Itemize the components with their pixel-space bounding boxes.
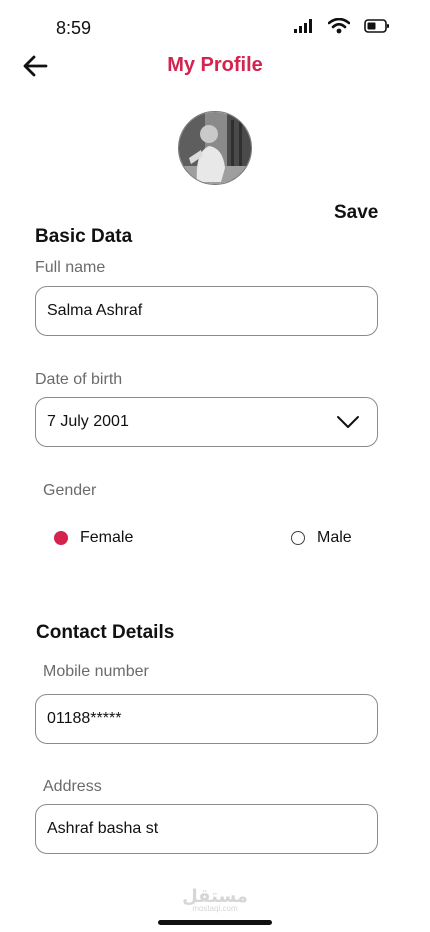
gender-male-label: Male [317,529,352,546]
date-of-birth-value: 7 July 2001 [47,413,129,430]
avatar[interactable] [178,111,252,185]
profile-photo [179,112,251,184]
signal-icon [294,19,312,33]
radio-unselected-icon[interactable] [291,531,305,545]
watermark-subtext: mostaql.com [192,904,238,913]
full-name-field[interactable]: Salma Ashraf [35,286,378,336]
gender-option-male[interactable]: Male [291,529,352,547]
battery-icon [364,19,389,33]
status-time: 8:59 [56,18,92,38]
date-of-birth-select[interactable]: 7 July 2001 [35,397,378,447]
watermark-text: مستقل [182,886,248,906]
mobile-number-value: 01188***** [47,710,122,727]
save-button[interactable]: Save [334,202,378,224]
chevron-down-icon [337,416,359,428]
full-name-value: Salma Ashraf [47,302,143,319]
wifi-icon [328,18,350,34]
mobile-number-label: Mobile number [43,663,149,680]
gender-female-label: Female [80,529,134,546]
gender-option-female[interactable]: Female [54,529,133,547]
mobile-number-field[interactable]: 01188***** [35,694,378,744]
address-value: Ashraf basha st [47,820,159,837]
full-name-label: Full name [35,259,106,276]
radio-selected-icon[interactable] [54,531,68,545]
home-indicator [158,920,272,925]
address-field[interactable]: Ashraf basha st [35,804,378,854]
page-title: My Profile [167,54,263,76]
contact-details-heading: Contact Details [36,622,175,643]
date-of-birth-label: Date of birth [35,371,123,388]
status-icons [294,18,390,34]
basic-data-heading: Basic Data [35,226,133,247]
address-label: Address [43,778,102,795]
gender-label: Gender [43,482,97,499]
watermark: مستقل mostaql.com [0,886,430,913]
